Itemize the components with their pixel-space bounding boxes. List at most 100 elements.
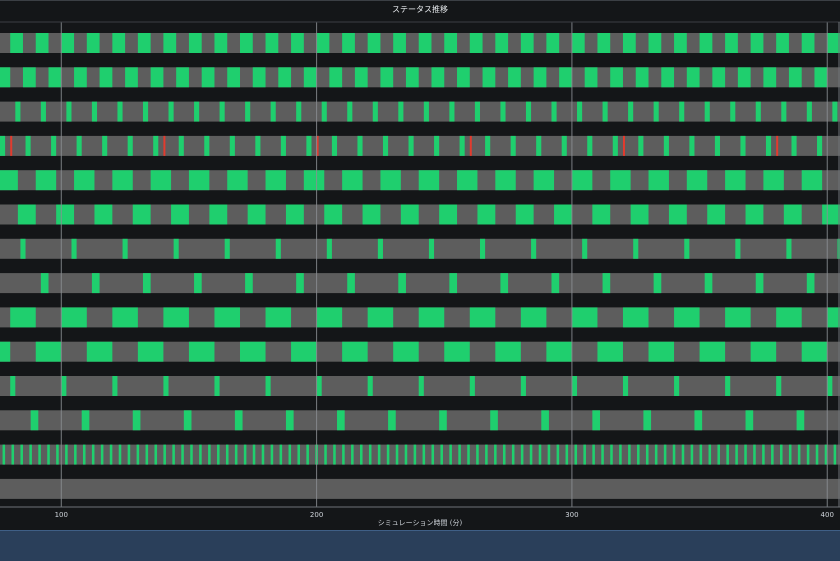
active-segment xyxy=(265,307,292,328)
active-segment xyxy=(601,444,604,465)
active-segment xyxy=(469,307,496,328)
active-segment xyxy=(801,170,823,191)
active-segment xyxy=(132,410,141,431)
active-segment xyxy=(10,376,16,396)
idle-bar xyxy=(0,410,840,431)
active-segment xyxy=(252,67,266,88)
active-segment xyxy=(337,410,345,431)
active-segment xyxy=(265,376,271,396)
active-segment xyxy=(495,33,509,53)
active-segment xyxy=(285,204,304,225)
active-segment xyxy=(500,273,509,294)
active-segment xyxy=(786,238,792,259)
active-segment xyxy=(0,135,6,156)
active-segment xyxy=(372,101,378,122)
active-segment xyxy=(791,135,797,156)
active-segment xyxy=(520,376,526,396)
active-segment xyxy=(214,307,240,328)
active-segment xyxy=(806,101,812,122)
active-segment xyxy=(214,376,220,396)
active-segment xyxy=(431,444,435,465)
active-segment xyxy=(404,444,408,465)
active-segment xyxy=(654,444,658,465)
active-segment xyxy=(602,101,608,122)
active-segment xyxy=(112,170,133,191)
active-segment xyxy=(38,444,41,465)
active-segment xyxy=(142,273,151,294)
active-segment xyxy=(178,135,184,156)
active-segment xyxy=(188,170,210,191)
active-segment xyxy=(672,444,676,465)
active-segment xyxy=(582,238,588,259)
active-segment xyxy=(725,170,746,191)
active-segment xyxy=(11,444,15,465)
active-segment xyxy=(725,376,731,396)
active-segment xyxy=(181,444,184,465)
fault-marker xyxy=(10,135,13,156)
active-segment xyxy=(771,444,774,465)
active-segment xyxy=(622,376,629,396)
active-segment xyxy=(30,410,39,431)
active-segment xyxy=(168,101,174,122)
active-segment xyxy=(347,101,353,122)
active-segment xyxy=(801,341,828,362)
active-segment xyxy=(291,33,304,53)
active-segment xyxy=(125,67,138,88)
active-segment xyxy=(832,101,838,122)
active-segment xyxy=(245,101,251,122)
active-segment xyxy=(546,33,560,53)
active-segment xyxy=(150,170,172,191)
active-segment xyxy=(163,444,166,465)
active-segment xyxy=(74,170,95,191)
active-segment xyxy=(531,238,537,259)
active-segment xyxy=(56,444,59,465)
active-segment xyxy=(459,135,465,156)
active-segment xyxy=(668,204,687,225)
active-segment xyxy=(10,307,36,328)
active-segment xyxy=(280,135,286,156)
active-segment xyxy=(219,101,225,122)
active-segment xyxy=(400,204,419,225)
active-segment xyxy=(279,444,283,465)
active-segment xyxy=(117,101,123,122)
active-segment xyxy=(17,204,36,225)
bottom-panel xyxy=(0,530,840,561)
active-segment xyxy=(565,444,569,465)
active-segment xyxy=(422,444,426,465)
active-segment xyxy=(380,67,394,88)
active-segment xyxy=(551,101,557,122)
active-segment xyxy=(536,135,542,156)
active-segment xyxy=(316,376,322,396)
active-segment xyxy=(227,67,240,88)
active-segment xyxy=(91,444,95,465)
active-segment xyxy=(559,67,572,88)
active-segment xyxy=(51,135,57,156)
active-segment xyxy=(571,33,585,53)
active-segment xyxy=(476,444,479,465)
active-segment xyxy=(194,101,200,122)
active-segment xyxy=(91,273,100,294)
active-segment xyxy=(326,238,332,259)
active-segment xyxy=(538,444,542,465)
active-segment xyxy=(571,170,593,191)
active-segment xyxy=(153,135,159,156)
active-segment xyxy=(684,238,690,259)
active-segment xyxy=(265,33,279,53)
active-segment xyxy=(418,376,424,396)
active-segment xyxy=(444,33,458,53)
active-segment xyxy=(47,444,50,465)
active-segment xyxy=(109,444,113,465)
x-axis-label: シミュレーション時間 (分) xyxy=(377,519,463,527)
active-segment xyxy=(686,170,708,191)
active-segment xyxy=(753,444,756,465)
active-segment xyxy=(508,67,521,88)
active-segment xyxy=(380,170,401,191)
active-segment xyxy=(781,101,787,122)
active-segment xyxy=(602,273,611,294)
active-segment xyxy=(35,341,62,362)
active-segment xyxy=(316,33,330,53)
active-segment xyxy=(704,101,710,122)
active-segment xyxy=(533,170,555,191)
active-segment xyxy=(556,444,560,465)
active-segment xyxy=(750,33,764,53)
